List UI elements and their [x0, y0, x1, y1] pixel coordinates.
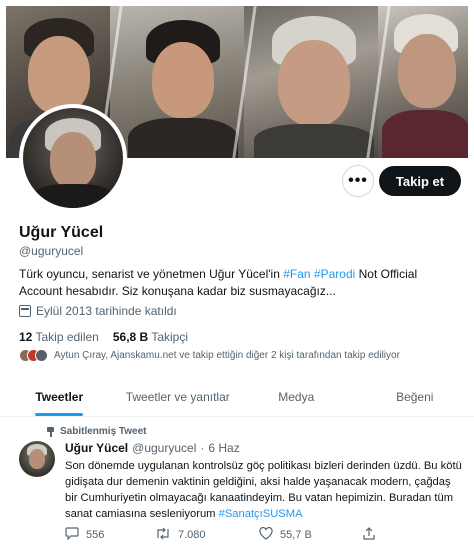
reply-count: 556 — [86, 528, 105, 541]
retweet-count: 7.080 — [178, 528, 206, 541]
retweet-icon — [155, 527, 171, 542]
bio-text: Türk oyuncu, senarist ve yönetmen Uğur Y… — [19, 267, 280, 281]
tab-likes[interactable]: Beğeni — [356, 377, 474, 416]
followers-count: 56,8 B — [112, 330, 149, 344]
share-button[interactable] — [363, 527, 403, 542]
follow-stats: 12 Takip edilen 56,8 B Takipçi — [19, 330, 188, 344]
mutual-avatars — [19, 349, 48, 362]
calendar-icon — [19, 305, 31, 317]
hashtag-parodi-link[interactable]: #Parodi — [314, 267, 355, 281]
followers-link[interactable]: 56,8 B Takipçi — [113, 330, 188, 344]
pinned-text: Sabitlenmiş Tweet — [60, 426, 147, 437]
tab-tweets-and-replies[interactable]: Tweetler ve yanıtlar — [119, 377, 238, 416]
following-link[interactable]: 12 Takip edilen — [19, 330, 99, 344]
banner-photo-3 — [244, 6, 378, 158]
following-label: Takip edilen — [35, 330, 99, 344]
profile-tabs: Tweetler Tweetler ve yanıtlar Medya Beğe… — [0, 377, 474, 417]
profile-handle: @uguryucel — [19, 244, 84, 258]
followers-you-know-text: Aytun Çıray, Ajanskamu.net ve takip etti… — [54, 350, 400, 361]
avatar — [35, 349, 48, 362]
share-icon — [363, 527, 375, 542]
hashtag-fan-link[interactable]: #Fan — [283, 267, 310, 281]
tweet-actions: 556 7.080 55,7 B — [65, 526, 463, 542]
pin-icon — [46, 426, 55, 437]
follow-button[interactable]: Takip et — [379, 166, 461, 196]
join-date-text: Eylül 2013 tarihinde katıldı — [36, 304, 177, 318]
profile-name: Uğur Yücel — [19, 224, 104, 241]
tab-tweets[interactable]: Tweetler — [0, 377, 119, 416]
profile-bio: Türk oyuncu, senarist ve yönetmen Uğur Y… — [19, 266, 459, 300]
profile-avatar[interactable] — [19, 104, 127, 212]
like-button[interactable]: 55,7 B — [259, 526, 363, 542]
ellipsis-icon: ••• — [348, 172, 368, 189]
banner-photo-2 — [110, 6, 244, 158]
tweet-date[interactable]: 6 Haz — [208, 441, 239, 455]
tweet-author-handle[interactable]: @uguryucel — [132, 441, 196, 455]
pinned-tweet-label: Sabitlenmiş Tweet — [46, 426, 147, 437]
tweet-separator: · — [200, 441, 205, 455]
tweet-text: Son dönemde uygulanan kontrolsüz göç pol… — [65, 458, 463, 522]
tab-media[interactable]: Medya — [237, 377, 356, 416]
banner-photo-4 — [378, 6, 468, 158]
tweet-author-name[interactable]: Uğur Yücel — [65, 441, 128, 455]
following-count: 12 — [19, 330, 33, 344]
reply-button[interactable]: 556 — [65, 527, 155, 542]
heart-icon — [259, 526, 273, 542]
tweet-header: Uğur Yücel @uguryucel · 6 Haz — [65, 441, 240, 455]
like-count: 55,7 B — [280, 528, 312, 541]
more-options-button[interactable]: ••• — [342, 165, 374, 197]
reply-icon — [65, 527, 79, 542]
tweet-author-avatar[interactable] — [19, 441, 55, 477]
join-date: Eylül 2013 tarihinde katıldı — [19, 304, 177, 318]
followers-you-know[interactable]: Aytun Çıray, Ajanskamu.net ve takip etti… — [19, 349, 400, 362]
followers-label: Takipçi — [151, 330, 189, 344]
hashtag-sanatcisusma-link[interactable]: #SanatçıSUSMA — [219, 508, 303, 520]
retweet-button[interactable]: 7.080 — [155, 527, 259, 542]
